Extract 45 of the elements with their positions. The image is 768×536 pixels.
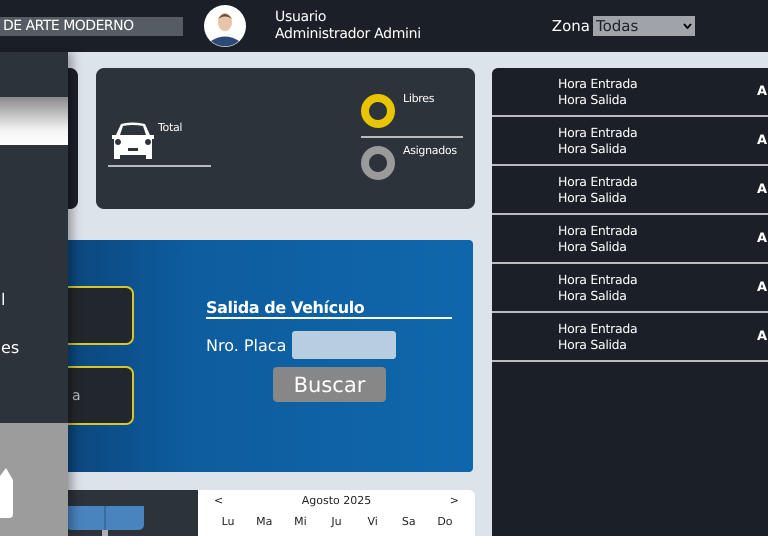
record-value: A — [756, 280, 767, 295]
legend-label: Asignados — [403, 144, 457, 157]
entry-time-label: Hora Entrada — [558, 76, 638, 92]
zone-select[interactable]: Todas — [592, 16, 695, 36]
sidebar-item[interactable]: l — [1, 288, 6, 312]
app-title: DE ARTE MODERNO — [0, 16, 183, 36]
menu-card-text: a — [72, 388, 81, 404]
next-month-button[interactable]: > — [446, 494, 463, 507]
legend-label: Libres — [403, 92, 434, 105]
entry-time-label: Hora Entrada — [558, 222, 638, 238]
record-value: A — [756, 231, 767, 246]
exit-title: Salida de Vehículo — [206, 298, 452, 319]
entry-time-label: Hora Entrada — [558, 272, 638, 288]
weekday-label: Mi — [294, 515, 307, 528]
exit-time-label: Hora Salida — [558, 92, 628, 108]
search-button[interactable]: Buscar — [273, 367, 386, 402]
exit-time-label: Hora Salida — [558, 190, 628, 206]
month-label: Agosto 2025 — [302, 494, 372, 507]
entry-time-label: Hora Entrada — [558, 124, 638, 140]
exit-time-label: Hora Salida — [558, 336, 628, 352]
dropdown-caret-icon — [682, 23, 692, 29]
weekday-label: Lu — [222, 515, 235, 528]
entry-time-label: Hora Entrada — [558, 174, 638, 190]
sidebar-item[interactable]: es — [1, 336, 20, 360]
avatar-icon — [204, 5, 246, 47]
entry-time-label: Hora Entrada — [558, 320, 638, 336]
user-name: Administrador Admini — [275, 26, 421, 43]
zone-label: Zona — [552, 17, 590, 35]
record-value: A — [756, 329, 767, 344]
weekday-label: Ma — [256, 515, 272, 528]
previous-month-button[interactable]: < — [210, 494, 228, 507]
weekday-label: Ju — [331, 515, 342, 528]
exit-time-label: Hora Salida — [558, 238, 628, 254]
record-value: A — [756, 133, 767, 148]
weekday-label: Do — [437, 515, 453, 528]
weekday-label: Vi — [367, 515, 378, 528]
plate-label: Nro. Placa — [206, 336, 286, 354]
exit-time-label: Hora Salida — [558, 288, 628, 304]
weekday-label: Sa — [402, 515, 416, 528]
plate-input[interactable] — [292, 331, 396, 359]
user-label: Usuario — [275, 9, 328, 26]
total-label: Total — [158, 120, 182, 134]
record-value: A — [756, 84, 767, 99]
exit-time-label: Hora Salida — [558, 140, 628, 156]
record-value: A — [756, 182, 767, 197]
